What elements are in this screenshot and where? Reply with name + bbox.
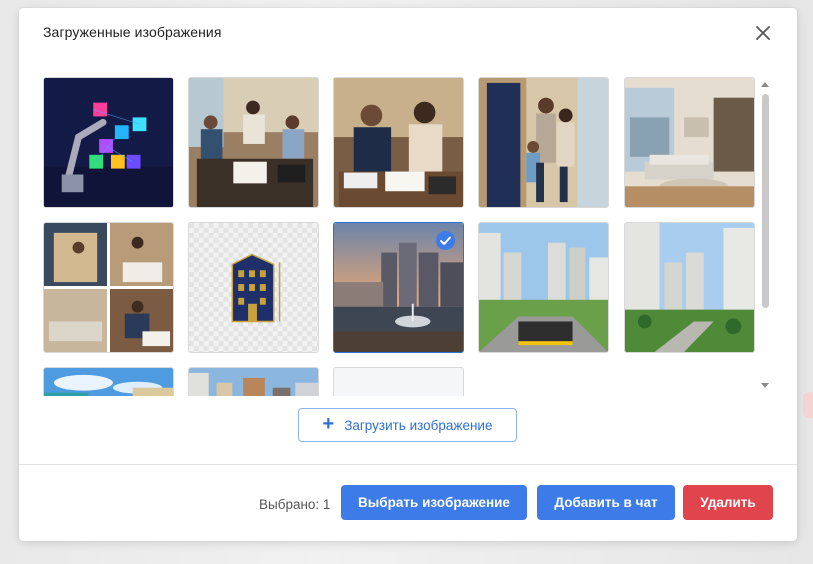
close-icon xyxy=(756,26,770,40)
footer-divider xyxy=(19,464,797,465)
backdrop-accent xyxy=(803,392,813,418)
image-tile-office-meeting[interactable] xyxy=(188,77,319,208)
image-tile-tech-cubes[interactable] xyxy=(43,77,174,208)
chevron-up-icon xyxy=(761,82,769,87)
upload-image-label: Загрузить изображение xyxy=(344,417,493,433)
image-tile-placeholder[interactable] xyxy=(333,367,464,396)
modal-title: Загруженные изображения xyxy=(43,24,222,40)
image-tile-living-room[interactable] xyxy=(624,77,755,208)
image-tile-building-logo[interactable] xyxy=(188,222,319,353)
image-tile-collage[interactable] xyxy=(43,222,174,353)
close-button[interactable] xyxy=(752,22,774,44)
scroll-thumb[interactable] xyxy=(762,94,769,308)
image-tile-couple-signing[interactable] xyxy=(333,77,464,208)
image-grid xyxy=(43,77,757,396)
image-tile-family-door[interactable] xyxy=(478,77,609,208)
image-tile-city-towers[interactable] xyxy=(188,367,319,396)
select-image-button[interactable]: Выбрать изображение xyxy=(341,485,527,520)
selected-count: Выбрано: 1 xyxy=(259,497,331,512)
plus-icon: + xyxy=(322,413,335,435)
image-tile-waterfront[interactable] xyxy=(333,222,464,353)
chevron-down-icon xyxy=(761,383,769,388)
image-tile-sky-buildings[interactable] xyxy=(43,367,174,396)
image-tile-residential-complex[interactable] xyxy=(478,222,609,353)
uploaded-images-modal: Загруженные изображения + Загрузить изоб… xyxy=(19,8,797,541)
check-icon xyxy=(440,236,451,245)
grid-scrollbar[interactable] xyxy=(758,78,772,396)
delete-button[interactable]: Удалить xyxy=(683,485,773,520)
add-to-chat-button[interactable]: Добавить в чат xyxy=(537,485,675,520)
upload-image-button[interactable]: + Загрузить изображение xyxy=(298,408,517,442)
image-tile-park-towers[interactable] xyxy=(624,222,755,353)
selected-check-badge xyxy=(436,231,455,250)
